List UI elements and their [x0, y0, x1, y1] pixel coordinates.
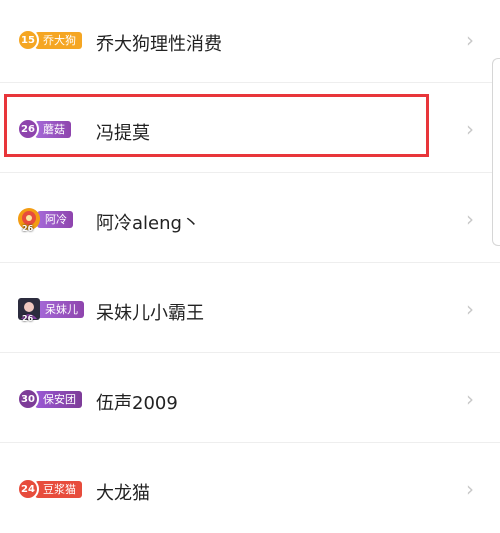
- list-item[interactable]: 26 蘑菇 冯提莫 ›: [0, 83, 500, 173]
- badge-name: 蘑菇: [35, 120, 71, 138]
- fan-badge: 24 豆浆猫: [17, 478, 82, 500]
- badge-name: 保安团: [35, 390, 82, 408]
- user-name: 阿冷aleng丶: [96, 213, 200, 234]
- chevron-right-icon: ›: [466, 28, 474, 52]
- chevron-right-icon: ›: [466, 117, 474, 141]
- badge-level: 24: [17, 478, 39, 500]
- badge-avatar: 26: [17, 207, 41, 233]
- fan-badge: 15 乔大狗: [17, 29, 82, 51]
- badge-level: 26: [17, 118, 39, 140]
- badge-level: 26: [22, 224, 34, 233]
- badge-avatar: 26: [17, 297, 41, 323]
- badge-level: 30: [17, 388, 39, 410]
- user-name: 大龙猫: [96, 483, 150, 504]
- list-item[interactable]: 26 呆妹儿 呆妹儿小霸王 ›: [0, 263, 500, 353]
- user-name: 乔大狗理性消费: [96, 34, 222, 55]
- user-list: 15 乔大狗 乔大狗理性消费 › 26 蘑菇 冯提莫 › 26 阿冷 阿冷ale…: [0, 0, 500, 533]
- list-item[interactable]: 24 豆浆猫 大龙猫 ›: [0, 443, 500, 533]
- user-name: 呆妹儿小霸王: [96, 303, 204, 324]
- badge-name: 豆浆猫: [35, 480, 82, 498]
- list-item[interactable]: 30 保安团 伍声2009 ›: [0, 353, 500, 443]
- fan-badge: 26 阿冷: [17, 207, 73, 233]
- badge-name: 阿冷: [37, 210, 73, 228]
- chevron-right-icon: ›: [466, 477, 474, 501]
- list-item[interactable]: 26 阿冷 阿冷aleng丶 ›: [0, 173, 500, 263]
- badge-level: 15: [17, 29, 39, 51]
- side-scroll-tab[interactable]: [492, 58, 500, 246]
- badge-name: 呆妹儿: [37, 300, 84, 318]
- chevron-right-icon: ›: [466, 297, 474, 321]
- chevron-right-icon: ›: [466, 387, 474, 411]
- fan-badge: 26 呆妹儿: [17, 297, 84, 323]
- chevron-right-icon: ›: [466, 207, 474, 231]
- fan-badge: 26 蘑菇: [17, 118, 71, 140]
- badge-level: 26: [22, 314, 34, 323]
- list-item[interactable]: 15 乔大狗 乔大狗理性消费 ›: [0, 0, 500, 83]
- fan-badge: 30 保安团: [17, 388, 82, 410]
- user-name: 冯提莫: [96, 123, 150, 144]
- badge-name: 乔大狗: [35, 31, 82, 49]
- user-name: 伍声2009: [96, 393, 178, 414]
